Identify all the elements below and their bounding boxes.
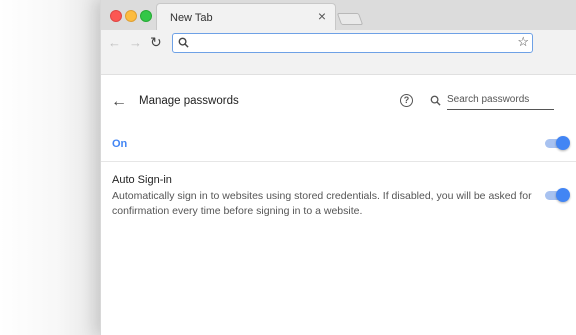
tab-strip: New Tab ×: [101, 0, 576, 30]
search-passwords-input[interactable]: [447, 90, 554, 110]
auto-signin-title: Auto Sign-in: [112, 174, 172, 186]
offer-save-passwords-toggle[interactable]: [545, 136, 570, 150]
help-icon[interactable]: ?: [400, 94, 413, 107]
toolbar-spacer: [101, 57, 576, 75]
search-icon: [178, 37, 189, 48]
auto-signin-toggle[interactable]: [545, 188, 570, 202]
toggle-knob: [556, 136, 570, 150]
auto-signin-row: Auto Sign-in Automatically sign in to we…: [101, 163, 576, 223]
new-tab-button[interactable]: [336, 13, 364, 25]
desktop-shadow: [0, 0, 100, 335]
back-arrow-icon[interactable]: ←: [111, 94, 127, 110]
close-window-button[interactable]: [110, 10, 122, 22]
on-label: On: [112, 138, 128, 150]
reload-icon[interactable]: ↻: [150, 35, 162, 50]
tab-close-icon[interactable]: ×: [318, 9, 326, 23]
address-bar[interactable]: ☆: [172, 33, 533, 53]
toggle-knob: [556, 188, 570, 202]
tab-new-tab[interactable]: New Tab ×: [156, 3, 336, 30]
browser-window: New Tab × ← → ↻ ☆ ← Manage passwords ? O…: [100, 0, 576, 335]
settings-page: ← Manage passwords ? On Auto Sign-in Aut…: [101, 76, 576, 335]
search-icon: [430, 95, 441, 106]
back-arrow-icon[interactable]: ←: [108, 35, 121, 50]
maximize-window-button[interactable]: [140, 10, 152, 22]
browser-toolbar: ← → ↻ ☆: [101, 30, 576, 57]
bookmark-star-icon[interactable]: ☆: [517, 35, 529, 49]
minimize-window-button[interactable]: [125, 10, 137, 22]
page-title: Manage passwords: [139, 95, 239, 107]
tab-title: New Tab: [170, 12, 213, 24]
auto-signin-description: Automatically sign in to websites using …: [112, 190, 532, 217]
forward-arrow-icon[interactable]: →: [129, 35, 142, 50]
saving-toggle-row: On: [101, 128, 576, 162]
